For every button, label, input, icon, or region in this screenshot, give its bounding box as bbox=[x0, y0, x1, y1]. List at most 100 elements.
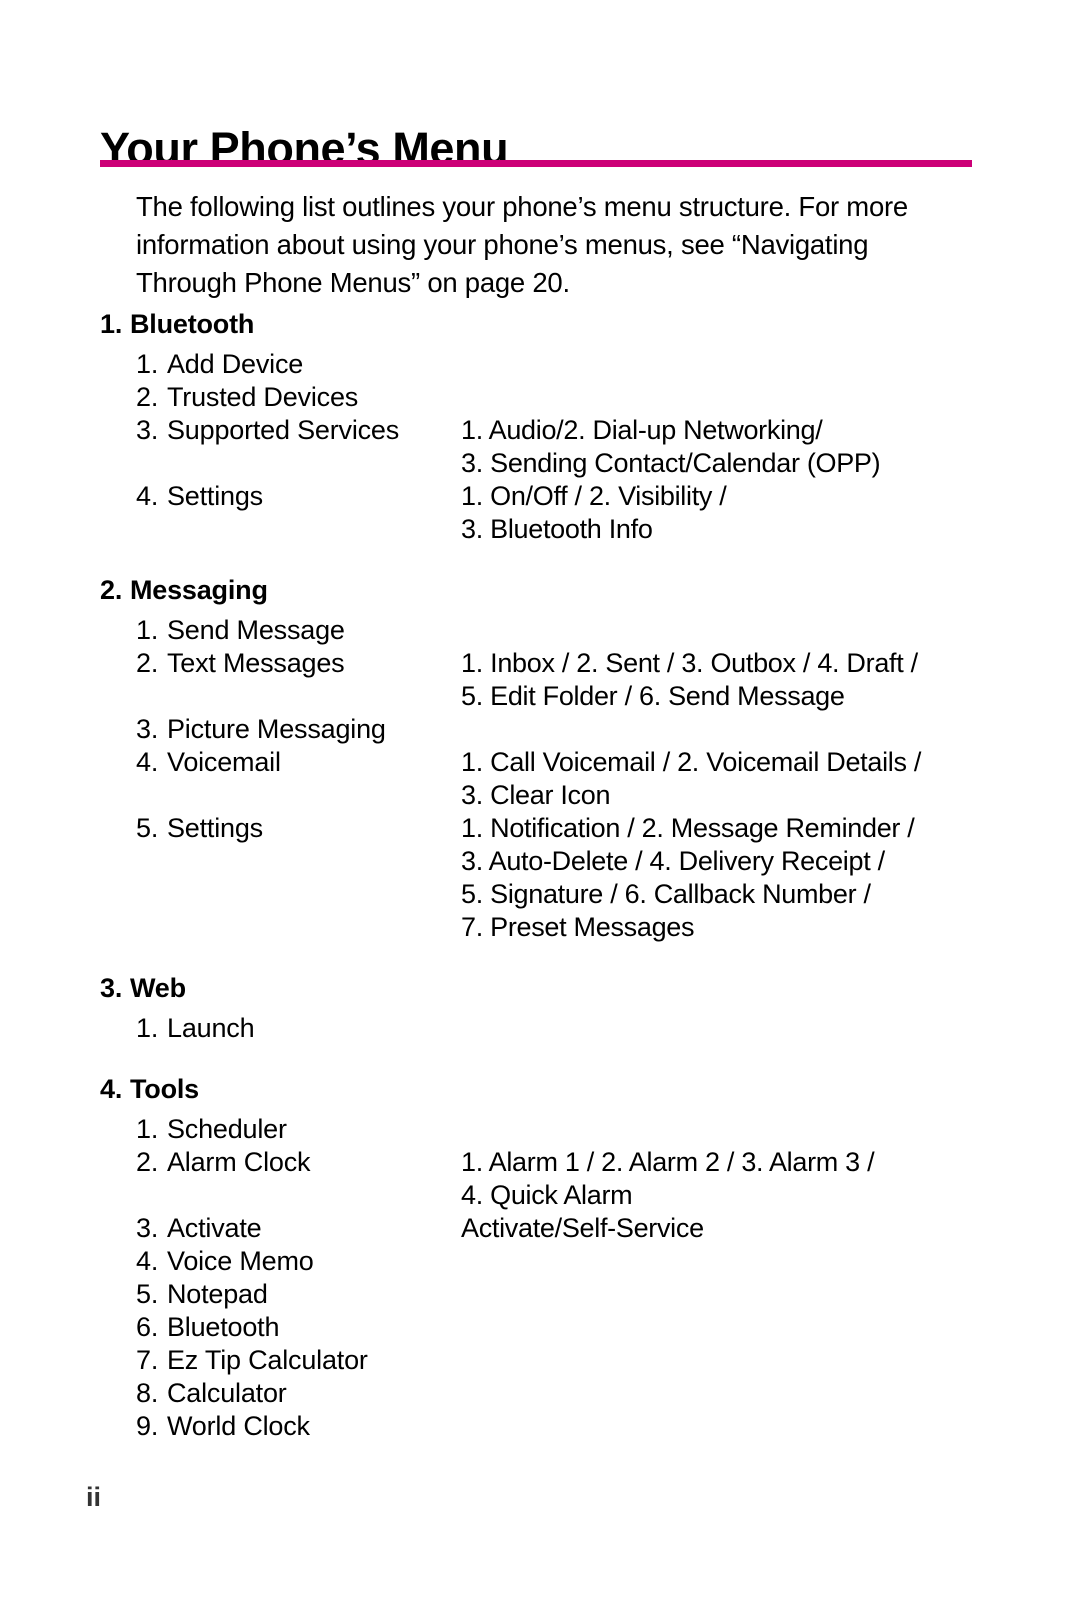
menu-item-label: Alarm Clock bbox=[167, 1147, 311, 1177]
menu-item-label-cell: 2. Trusted Devices bbox=[136, 381, 358, 414]
menu-item-row[interactable]: 5. Settings 1. Notification / 2. Message R… bbox=[0, 812, 1080, 944]
menu-item-detail-line: 1. Inbox / 2. Sent / 3. Outbox / 4. Draf… bbox=[461, 648, 918, 678]
menu-item-row[interactable]: 3. Picture Messaging bbox=[0, 713, 1080, 746]
menu-item-label: World Clock bbox=[167, 1411, 310, 1441]
menu-item-number: 3. bbox=[136, 1213, 159, 1243]
menu-item-detail-line: 3. Sending Contact/Calendar (OPP) bbox=[461, 448, 881, 478]
menu-item-row[interactable]: 1. Send Message bbox=[0, 614, 1080, 647]
page-title: Your Phone’s Menu bbox=[100, 123, 509, 175]
menu-section-heading[interactable]: 3. Web bbox=[100, 969, 1080, 1008]
menu-section-label: Messaging bbox=[130, 575, 268, 605]
menu-item-label: Picture Messaging bbox=[167, 714, 386, 744]
menu-item-row[interactable]: 9. World Clock bbox=[0, 1410, 1080, 1443]
menu-item-number: 1. bbox=[136, 1013, 159, 1043]
menu-item-detail-cell: 1. Alarm 1 / 2. Alarm 2 / 3. Alarm 3 /4.… bbox=[461, 1146, 991, 1212]
menu-item-number: 1. bbox=[136, 615, 159, 645]
menu-item-label: Voice Memo bbox=[167, 1246, 314, 1276]
menu-item-label: Scheduler bbox=[167, 1114, 287, 1144]
menu-item-row[interactable]: 1. Add Device bbox=[0, 348, 1080, 381]
menu-item-row[interactable]: 8. Calculator bbox=[0, 1377, 1080, 1410]
menu-item-detail-line: 3. Clear Icon bbox=[461, 780, 611, 810]
menu-item-detail-cell: 1. Audio/2. Dial-up Networking/3. Sendin… bbox=[461, 414, 991, 480]
intro-paragraph: The following list outlines your phone’s… bbox=[136, 188, 936, 302]
menu-item-label-cell: 9. World Clock bbox=[136, 1410, 310, 1443]
menu-item-detail-line: 5. Edit Folder / 6. Send Message bbox=[461, 681, 845, 711]
menu-item-label-cell: 5. Notepad bbox=[136, 1278, 268, 1311]
manual-page: Your Phone’s Menu The following list out… bbox=[0, 0, 1080, 1620]
menu-item-detail-cell: Activate/Self-Service bbox=[461, 1212, 991, 1245]
menu-section-number: 2. bbox=[100, 575, 123, 605]
menu-item-row[interactable]: 4. Voice Memo bbox=[0, 1245, 1080, 1278]
menu-section-label: Web bbox=[130, 973, 186, 1003]
menu-item-label: Launch bbox=[167, 1013, 255, 1043]
menu-item-number: 4. bbox=[136, 481, 159, 511]
menu-section: 1. Bluetooth 1. Add Device 2. Trusted Devices… bbox=[0, 305, 1080, 546]
menu-item-label-cell: 3. Picture Messaging bbox=[136, 713, 386, 746]
menu-item-label-cell: 1. Scheduler bbox=[136, 1113, 287, 1146]
menu-item-detail-line: 1. On/Off / 2. Visibility / bbox=[461, 481, 727, 511]
menu-item-label-cell: 4. Voice Memo bbox=[136, 1245, 314, 1278]
menu-section-label: Bluetooth bbox=[130, 309, 255, 339]
intro-text: The following list outlines your phone’s… bbox=[136, 191, 908, 298]
menu-item-number: 2. bbox=[136, 648, 159, 678]
menu-item-label-cell: 8. Calculator bbox=[136, 1377, 287, 1410]
menu-item-label: Add Device bbox=[167, 349, 304, 379]
menu-item-detail-cell: 1. Notification / 2. Message Reminder /3… bbox=[461, 812, 991, 944]
menu-item-detail-line: 3. Bluetooth Info bbox=[461, 514, 653, 544]
menu-item-detail-line: 3. Auto-Delete / 4. Delivery Receipt / bbox=[461, 846, 885, 876]
menu-item-label: Ez Tip Calculator bbox=[167, 1345, 368, 1375]
menu-item-row[interactable]: 1. Launch bbox=[0, 1012, 1080, 1045]
menu-item-label-cell: 4. Voicemail bbox=[136, 746, 281, 779]
menu-item-number: 8. bbox=[136, 1378, 159, 1408]
menu-section: 2. Messaging 1. Send Message 2. Text Messages… bbox=[0, 571, 1080, 944]
menu-item-row[interactable]: 2. Text Messages 1. Inbox / 2. Sent / 3. O… bbox=[0, 647, 1080, 713]
menu-item-number: 7. bbox=[136, 1345, 159, 1375]
menu-item-label-cell: 3. Supported Services bbox=[136, 414, 399, 447]
menu-item-label: Activate bbox=[167, 1213, 262, 1243]
menu-item-number: 4. bbox=[136, 1246, 159, 1276]
menu-item-number: 6. bbox=[136, 1312, 159, 1342]
menu-item-row[interactable]: 4. Settings 1. On/Off / 2. Visibility /3. … bbox=[0, 480, 1080, 546]
menu-section-heading[interactable]: 2. Messaging bbox=[100, 571, 1080, 610]
menu-item-row[interactable]: 7. Ez Tip Calculator bbox=[0, 1344, 1080, 1377]
menu-outline: 1. Bluetooth 1. Add Device 2. Trusted Devices… bbox=[0, 305, 1080, 1443]
menu-item-label: Notepad bbox=[167, 1279, 268, 1309]
menu-item-detail-cell: 1. On/Off / 2. Visibility /3. Bluetooth … bbox=[461, 480, 991, 546]
menu-item-number: 3. bbox=[136, 415, 159, 445]
menu-section-number: 4. bbox=[100, 1074, 123, 1104]
menu-item-label-cell: 5. Settings bbox=[136, 812, 263, 845]
menu-item-label: Trusted Devices bbox=[167, 382, 359, 412]
menu-item-number: 4. bbox=[136, 747, 159, 777]
menu-item-label: Settings bbox=[167, 813, 263, 843]
menu-item-label-cell: 1. Launch bbox=[136, 1012, 255, 1045]
menu-item-label: Supported Services bbox=[167, 415, 400, 445]
menu-item-row[interactable]: 1. Scheduler bbox=[0, 1113, 1080, 1146]
menu-item-label-cell: 3. Activate bbox=[136, 1212, 262, 1245]
menu-section-heading[interactable]: 4. Tools bbox=[100, 1070, 1080, 1109]
menu-item-row[interactable]: 6. Bluetooth bbox=[0, 1311, 1080, 1344]
menu-item-detail-line: 5. Signature / 6. Callback Number / bbox=[461, 879, 871, 909]
menu-item-row[interactable]: 2. Alarm Clock 1. Alarm 1 / 2. Alarm 2 / 3… bbox=[0, 1146, 1080, 1212]
page-number: ii bbox=[86, 1482, 102, 1512]
menu-item-detail-line: 7. Preset Messages bbox=[461, 912, 695, 942]
menu-item-detail-cell: 1. Inbox / 2. Sent / 3. Outbox / 4. Draf… bbox=[461, 647, 991, 713]
menu-item-row[interactable]: 2. Trusted Devices bbox=[0, 381, 1080, 414]
menu-item-row[interactable]: 5. Notepad bbox=[0, 1278, 1080, 1311]
menu-item-label: Text Messages bbox=[167, 648, 345, 678]
menu-item-detail-line: 1. Call Voicemail / 2. Voicemail Details… bbox=[461, 747, 922, 777]
menu-item-detail-line: 1. Alarm 1 / 2. Alarm 2 / 3. Alarm 3 / bbox=[461, 1147, 875, 1177]
menu-section: 4. Tools 1. Scheduler 2. Alarm Clock 1. Alarm … bbox=[0, 1070, 1080, 1443]
menu-item-number: 1. bbox=[136, 349, 159, 379]
menu-section-number: 1. bbox=[100, 309, 123, 339]
menu-item-label-cell: 1. Send Message bbox=[136, 614, 345, 647]
menu-item-row[interactable]: 3. Activate Activate/Self-Service bbox=[0, 1212, 1080, 1245]
menu-item-label: Send Message bbox=[167, 615, 345, 645]
menu-section-label: Tools bbox=[130, 1074, 199, 1104]
menu-item-label: Bluetooth bbox=[167, 1312, 280, 1342]
menu-section-heading[interactable]: 1. Bluetooth bbox=[100, 305, 1080, 344]
menu-item-row[interactable]: 3. Supported Services 1. Audio/2. Dial-up … bbox=[0, 414, 1080, 480]
menu-item-number: 9. bbox=[136, 1411, 159, 1441]
menu-item-row[interactable]: 4. Voicemail 1. Call Voicemail / 2. Voicem… bbox=[0, 746, 1080, 812]
